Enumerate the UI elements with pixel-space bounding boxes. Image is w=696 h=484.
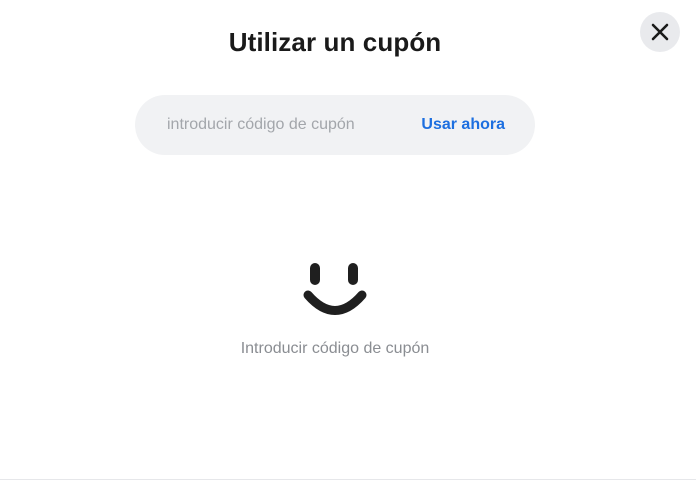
smiley-icon <box>0 258 670 318</box>
empty-state-message: Introducir código de cupón <box>240 340 430 357</box>
coupon-code-input[interactable] <box>167 95 407 155</box>
coupon-input-bar: Usar ahora <box>135 95 535 155</box>
use-now-button[interactable]: Usar ahora <box>421 95 505 155</box>
close-button[interactable] <box>640 12 680 52</box>
bottom-divider <box>0 479 696 480</box>
coupon-modal: Utilizar un cupón Usar ahora Introducir … <box>0 0 696 484</box>
modal-title: Utilizar un cupón <box>228 27 442 57</box>
empty-state: Introducir código de cupón <box>0 258 670 358</box>
close-icon <box>651 23 669 41</box>
